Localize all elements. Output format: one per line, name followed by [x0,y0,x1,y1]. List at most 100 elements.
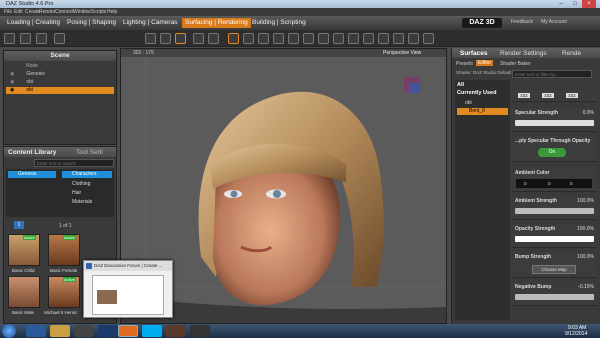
tab-content-library[interactable]: Content Library [8,149,56,156]
list-all[interactable]: All [457,82,464,88]
tab-tool-settings[interactable]: Tool Setti [76,149,103,156]
prop-opacity-strength[interactable]: Opacity Strength 100.0% [512,224,597,248]
folder-clothing[interactable]: Clothing [62,181,112,188]
prop-ambient-color[interactable]: Ambient Color 0 0 0 [512,168,597,192]
explorer-icon[interactable] [50,325,70,337]
menu-window[interactable]: Window [73,9,91,15]
firefox-icon[interactable] [118,325,138,337]
rgb-b[interactable]: 0 [570,181,573,186]
menu-create[interactable]: Create [25,9,40,15]
rgb-r[interactable]: 0 [524,181,527,186]
negative-bump-slider[interactable] [515,294,594,300]
rgb-b[interactable]: 153 [566,93,578,98]
scene-item-obi[interactable]: ◉ obi [6,79,114,86]
layout-14-icon[interactable] [423,33,434,44]
app-icon[interactable] [74,325,94,337]
skype-icon[interactable] [142,325,162,337]
layout-7-icon[interactable] [318,33,329,44]
prop-negative-bump[interactable]: Negative Bump -0.15% [512,282,597,306]
tab-surfaces[interactable]: Surfaces [460,50,487,57]
layout-11-icon[interactable] [378,33,389,44]
layout-9-icon[interactable] [348,33,359,44]
menu-render[interactable]: Render [39,9,55,15]
prop-ply-specular[interactable]: ...ply Specular Through Opacity On [512,136,597,162]
tree-item-bent[interactable]: Bent_0 [457,108,508,115]
minimize-button[interactable]: – [554,0,568,8]
tree-root[interactable]: obi [457,100,508,107]
layout-10-icon[interactable] [363,33,374,44]
tab-render[interactable]: Rende [562,50,581,57]
layout-single-icon[interactable] [228,33,239,44]
taskbar-preview-popup[interactable]: DAZ Discussion Forum | Create ... [83,260,173,318]
layout-2-icon[interactable] [243,33,254,44]
maximize-button[interactable]: □ [568,0,582,8]
sub-editor[interactable]: Editor [476,60,494,66]
eye-icon[interactable]: ◉ [10,71,14,77]
tab-surfacing-rendering[interactable]: Surfacing | Rendering [182,18,251,28]
undo-icon[interactable] [54,33,65,44]
layout-4-icon[interactable] [273,33,284,44]
menu-scripts[interactable]: Scripts [91,9,106,15]
eye-icon[interactable]: ◉ [10,87,14,93]
rgb-g[interactable]: 153 [542,93,554,98]
toggle-on[interactable]: On [538,148,566,157]
surface-filter-input[interactable] [512,70,592,78]
open-icon[interactable] [20,33,31,44]
prop-bump-strength[interactable]: Bump Strength 100.0% Choose Map [512,252,597,278]
layout-12-icon[interactable] [393,33,404,44]
rgb-r[interactable]: 153 [518,93,530,98]
tab-loading-creating[interactable]: Loading | Creating [4,18,63,28]
render-settings-icon[interactable] [208,33,219,44]
feedback-link[interactable]: Feedback [511,19,533,25]
node-tool-icon[interactable] [160,33,171,44]
my-account-link[interactable]: My Account [541,19,567,25]
ie-icon[interactable] [26,325,46,337]
prop-ambient-strength[interactable]: Ambient Strength 100.0% [512,196,597,220]
save-icon[interactable] [36,33,47,44]
tab-lighting-cameras[interactable]: Lighting | Cameras [120,18,180,28]
photoshop-icon[interactable] [98,325,118,337]
render-icon[interactable] [193,33,204,44]
menu-connect[interactable]: Connect [55,9,74,15]
app2-icon[interactable] [190,325,210,337]
select-tool-icon[interactable] [145,33,156,44]
start-button[interactable] [2,324,16,338]
rgb-g[interactable]: 0 [548,181,551,186]
tab-building-scripting[interactable]: Building | Scripting [249,18,309,28]
prop-specular-strength[interactable]: Specular Strength 0.0% [512,108,597,132]
thumb-michael-5-heroic[interactable]: Active [48,276,80,308]
folder-materials[interactable]: Materials [62,199,112,206]
tab-posing-shaping[interactable]: Posing | Shaping [64,18,119,28]
surface-tool-icon[interactable] [175,33,186,44]
clock-date[interactable]: 9/12/2014 [565,331,587,337]
layout-8-icon[interactable] [333,33,344,44]
specular-slider[interactable] [515,120,594,126]
new-scene-icon[interactable] [4,33,15,44]
thumb-basic-male[interactable] [8,276,40,308]
layout-5-icon[interactable] [288,33,299,44]
color-field[interactable]: 153 153 153 [512,90,597,102]
daz-studio-icon[interactable] [166,325,186,337]
folder-genesis[interactable]: Genesis [8,171,56,178]
menu-edit[interactable]: Edit [14,9,23,15]
eye-icon[interactable]: ◉ [10,79,14,85]
ambient-color-swatch[interactable]: 0 0 0 [516,179,592,188]
layout-13-icon[interactable] [408,33,419,44]
scene-item-genesis[interactable]: ◉ Genesis [6,71,114,78]
sub-presets[interactable]: Presets [456,61,473,67]
close-button[interactable]: × [582,0,596,8]
sub-shader-baker[interactable]: Shader Baker [500,61,531,67]
scene-item-obi-selected[interactable]: ◉ obi [6,87,114,94]
layout-3-icon[interactable] [258,33,269,44]
folder-hair[interactable]: Hair [62,190,112,197]
list-currently-used[interactable]: Currently Used [457,90,496,96]
ambient-slider[interactable] [515,208,594,214]
page-number[interactable]: 1 [14,221,24,229]
tab-render-settings[interactable]: Render Settings [500,50,547,57]
opacity-slider[interactable] [515,236,594,242]
thumb-basic-female[interactable]: Active [48,234,80,266]
thumb-basic-child[interactable]: Active [8,234,40,266]
menu-help[interactable]: Help [107,9,117,15]
content-search-input[interactable] [34,159,114,167]
layout-6-icon[interactable] [303,33,314,44]
